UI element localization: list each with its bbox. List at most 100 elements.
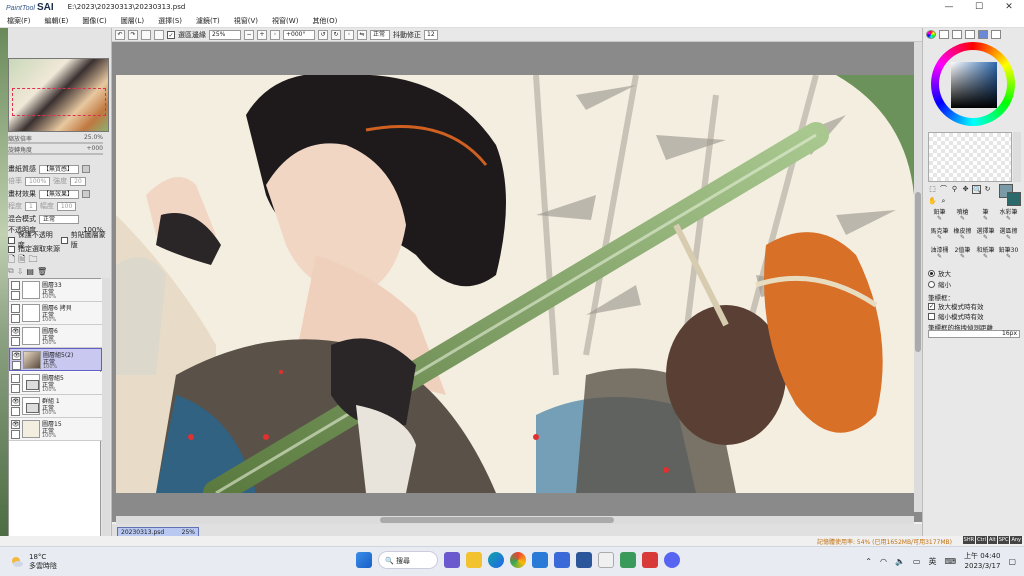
canvas-horizontal-scroll-thumb[interactable] [380, 517, 614, 523]
artwork-canvas[interactable] [116, 75, 914, 493]
redo-button[interactable]: ↷ [128, 29, 138, 40]
merge-down-icon[interactable]: ⇩ [17, 267, 24, 276]
visibility-toggle[interactable] [11, 374, 20, 383]
brush-pencil30[interactable]: 鉛筆30 [997, 247, 1020, 260]
protect-opacity-checkbox[interactable] [8, 236, 15, 244]
lasso-icon[interactable]: ⌒ [939, 185, 948, 194]
close-button[interactable]: ✕ [994, 0, 1024, 14]
canvas-horizontal-scrollbar[interactable] [116, 516, 914, 524]
navigator-zoom-slider[interactable]: 縮放倍率 25.0% [8, 134, 103, 144]
brush-select-pen[interactable]: 選擇筆 [974, 228, 997, 241]
ime-icon[interactable]: ⌨ [944, 557, 956, 566]
menu-view[interactable]: 視窗(V) [227, 16, 265, 26]
rotate-icon[interactable]: ↻ [983, 185, 992, 194]
effect-width-input[interactable]: 100 [56, 201, 77, 211]
zoom-in-radio[interactable] [928, 269, 935, 277]
move-icon[interactable]: ✥ [961, 185, 970, 194]
chrome-icon[interactable] [510, 552, 526, 568]
swatch-area[interactable] [928, 132, 1012, 182]
undo-button[interactable]: ↶ [115, 29, 125, 40]
paper-texture-button[interactable] [82, 165, 90, 173]
menu-select[interactable]: 選擇(S) [151, 16, 189, 26]
zoom-in-option[interactable]: 放大 [928, 268, 951, 278]
menu-window[interactable]: 視窗(W) [265, 16, 305, 26]
clear-layer-icon[interactable]: ▤ [26, 267, 34, 276]
rect-select-icon[interactable]: ⬚ [928, 185, 937, 194]
canvas-vertical-scrollbar[interactable] [914, 42, 922, 512]
maximize-button[interactable]: ☐ [964, 0, 994, 14]
swatch-tab-icon[interactable] [965, 30, 975, 39]
lock-toggle[interactable] [12, 361, 21, 370]
mixer-tab-icon[interactable] [991, 30, 1001, 39]
visibility-toggle[interactable]: 👁 [11, 327, 20, 336]
layer-row-selected[interactable]: 👁 圖層組5(2) 正常 100% [9, 348, 102, 371]
brush-pencil[interactable]: 鉛筆 [928, 209, 951, 222]
menu-image[interactable]: 圖像(C) [75, 16, 113, 26]
brush-binary-pen[interactable]: 2值筆 [951, 247, 974, 260]
flip-button[interactable]: ⇋ [357, 29, 367, 40]
rotate-left-button[interactable]: ↺ [318, 29, 328, 40]
visibility-toggle[interactable]: 👁 [11, 420, 20, 429]
wifi-icon[interactable]: ◠ [880, 557, 887, 566]
color-saturation-value-square[interactable] [951, 62, 997, 108]
mail-icon[interactable] [532, 552, 548, 568]
rotate-reset-button[interactable]: ◦ [344, 29, 354, 40]
discord-icon[interactable] [664, 552, 680, 568]
visibility-toggle[interactable] [11, 281, 20, 290]
swatch-scrollbar[interactable] [1013, 132, 1021, 182]
taskbar-search[interactable]: 🔍 搜尋 [378, 551, 438, 569]
enlarge-option[interactable]: ✓ 放大模式時有效 [928, 301, 984, 311]
store-icon[interactable] [554, 552, 570, 568]
battery-icon[interactable]: ▭ [913, 557, 921, 566]
lock-toggle[interactable] [11, 430, 20, 439]
sai-app-icon[interactable] [620, 552, 636, 568]
input-language[interactable]: 英 [928, 556, 936, 567]
layer-row[interactable]: 👁 圖層6 正常 100% [9, 325, 102, 348]
zoom-out-button[interactable]: − [244, 29, 254, 40]
copy-layer-icon[interactable]: ⧉ [8, 266, 14, 276]
lock-toggle[interactable] [11, 314, 20, 323]
rotate-right-button[interactable]: ↻ [331, 29, 341, 40]
lock-toggle[interactable] [11, 291, 20, 300]
eyedropper-icon[interactable]: ⌕ [939, 197, 948, 206]
visibility-toggle[interactable] [11, 304, 20, 313]
volume-icon[interactable]: 🔈 [895, 557, 905, 566]
brush-washi[interactable]: 和紙筆 [974, 247, 997, 260]
clock[interactable]: 上午 04:40 2023/3/17 [964, 551, 1000, 571]
view-mode-select[interactable]: 正常 [370, 29, 390, 40]
start-icon[interactable] [356, 552, 372, 568]
rotation-select[interactable]: +000° [283, 29, 315, 40]
layer-row[interactable]: 圖層6 拷貝 正常 100% [9, 302, 102, 325]
brush-bucket[interactable]: 油漆桶 [928, 247, 951, 260]
canvas-area[interactable] [112, 42, 922, 524]
zoom-icon[interactable]: 🔍 [972, 185, 982, 194]
visibility-toggle[interactable]: 👁 [11, 397, 20, 406]
layer-list-scrollbar[interactable] [102, 278, 110, 560]
brush-select-eraser[interactable]: 選區擦 [997, 228, 1020, 241]
color-wheel-tab-icon[interactable] [926, 30, 936, 39]
brush-airbrush[interactable]: 噴槍 [951, 209, 974, 222]
weather-widget[interactable]: 18°C 多雲時陰 [10, 553, 57, 571]
navigator-angle-slider[interactable]: 旋轉角度 +000 [8, 145, 103, 155]
brush-marker[interactable]: 馬克筆 [928, 228, 951, 241]
stabilizer-select[interactable]: 12 [424, 29, 438, 40]
layer-row[interactable]: 圖層組5 正常 100% [9, 372, 102, 395]
shrink-option[interactable]: 縮小模式時有效 [928, 311, 984, 321]
clipping-mask-checkbox[interactable] [61, 236, 68, 244]
scratchpad-tab-icon[interactable] [978, 30, 988, 39]
teams-icon[interactable] [444, 552, 460, 568]
brush-effect-button[interactable] [82, 190, 90, 198]
texture-scale-input[interactable]: 100% [25, 176, 51, 186]
delete-layer-icon[interactable]: 🗑 [37, 267, 47, 276]
effect-degree-input[interactable]: 1 [25, 201, 37, 211]
zoom-out-option[interactable]: 縮小 [928, 279, 951, 289]
enlarge-mode-checkbox[interactable]: ✓ [928, 302, 935, 310]
hsv-slider-tab-icon[interactable] [952, 30, 962, 39]
paint-icon[interactable] [598, 552, 614, 568]
menu-file[interactable]: 檔案(F) [0, 16, 38, 26]
file-explorer-icon[interactable] [466, 552, 482, 568]
layer-row[interactable]: 👁 群組 1 正常 100% [9, 395, 102, 418]
visibility-toggle[interactable]: 👁 [12, 351, 21, 360]
edge-icon[interactable] [488, 552, 504, 568]
app-icon-red[interactable] [642, 552, 658, 568]
